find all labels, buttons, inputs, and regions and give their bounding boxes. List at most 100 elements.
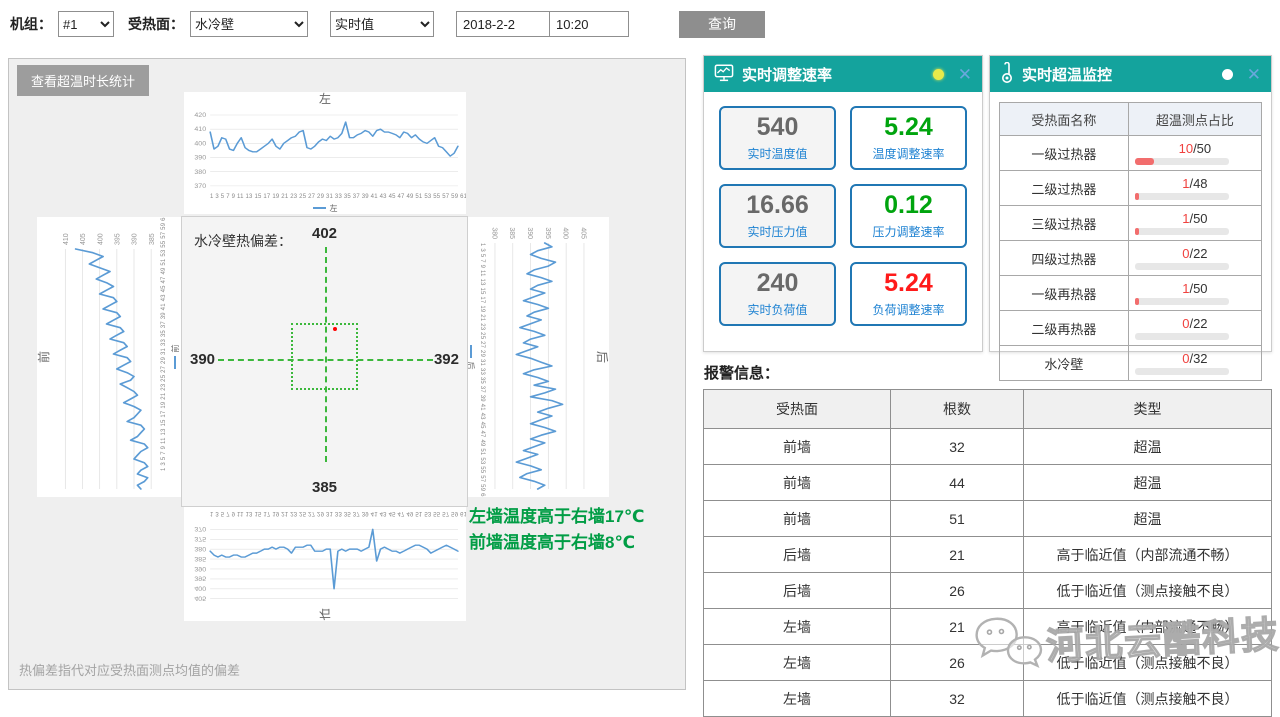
svg-text:410: 410	[194, 127, 206, 133]
overtemp-progress-bar	[1135, 333, 1229, 340]
total-count: /22	[1189, 316, 1207, 331]
unit-select[interactable]: #1	[58, 11, 114, 37]
surface-label: 受热面：	[128, 14, 184, 34]
total-count: /48	[1189, 176, 1207, 191]
query-button[interactable]: 查询	[679, 11, 765, 38]
alarm-type: 超温	[1024, 465, 1272, 501]
alarm-type: 超温	[1024, 429, 1272, 465]
alarm-row: 后墙26低于临近值（测点接触不良）	[704, 573, 1272, 609]
chart-x-labels: 1 3 5 7 9 11 13 15 17 19 21 23 25 27 29 …	[184, 508, 466, 517]
alarm-row: 左墙32低于临近值（测点接触不良）	[704, 681, 1272, 717]
rate-card-2: 16.66实时压力值	[719, 184, 836, 248]
overtemp-table: 受热面名称 超温测点占比 一级过热器10/50二级过热器1/48三级过热器1/5…	[999, 102, 1262, 381]
time-input[interactable]	[550, 12, 628, 36]
alarm-row: 前墙44超温	[704, 465, 1272, 501]
toolbar: 机组： #1 受热面： 水冷壁 实时值 查询	[10, 10, 765, 38]
rate-card-3: 0.12压力调整速率	[850, 184, 967, 248]
alarm-count: 21	[891, 609, 1024, 645]
realtime-overtemp-monitor-panel: 实时超温监控 ✕ 受热面名称 超温测点占比 一级过热器10/50二级过热器1/4…	[989, 55, 1272, 352]
column-header: 类型	[1024, 390, 1272, 429]
overtemp-ratio-cell: 1/50	[1128, 276, 1261, 311]
column-header: 受热面名称	[1000, 103, 1129, 136]
legend-line-swatch	[174, 357, 176, 370]
chart-left-wall: 左 370380390400410420 1 3 5 7 9 11 13 15 …	[184, 92, 466, 214]
overtemp-duration-stats-button[interactable]: 查看超温时长统计	[17, 65, 149, 96]
svg-text:380: 380	[194, 169, 206, 175]
temperature-comparison-note: 左墙温度高于右墙17℃ 前墙温度高于右墙8℃	[469, 504, 645, 557]
alarm-row: 左墙26低于临近值（测点接触不良）	[704, 645, 1272, 681]
thermometer-icon	[1000, 62, 1014, 87]
panel-header: 实时超温监控 ✕	[990, 56, 1271, 92]
rate-card-1: 5.24温度调整速率	[850, 106, 967, 170]
legend-line-swatch	[313, 207, 326, 209]
panel-title: 实时超温监控	[1022, 64, 1214, 85]
svg-text:375: 375	[194, 535, 206, 542]
thermal-deviation-panel: 查看超温时长统计 左 370380390400410420 1 3 5 7 9 …	[8, 58, 686, 690]
line-chart-svg: 370380390400410420	[184, 107, 466, 193]
total-count: /32	[1189, 351, 1207, 366]
alarm-surface: 左墙	[704, 645, 891, 681]
alarm-row: 左墙21高于临近值（内部流通不畅）	[704, 609, 1272, 645]
mode-select[interactable]: 实时值	[330, 11, 434, 37]
card-label: 实时压力值	[747, 223, 807, 240]
overtemp-ratio-cell: 0/22	[1128, 311, 1261, 346]
surface-name: 三级过热器	[1000, 206, 1129, 241]
overtemp-progress-bar	[1135, 263, 1229, 270]
svg-text:385: 385	[194, 555, 206, 562]
deviation-top-value: 402	[182, 225, 467, 242]
overtemp-row: 一级再热器1/50	[1000, 276, 1262, 311]
rate-card-5: 5.24 负荷调整速率	[850, 262, 967, 326]
alarm-count: 51	[891, 501, 1024, 537]
alarm-surface: 前墙	[704, 501, 891, 537]
svg-text:390: 390	[129, 233, 138, 245]
total-count: /22	[1189, 246, 1207, 261]
close-icon[interactable]: ✕	[958, 66, 972, 83]
overtemp-count: 10	[1179, 141, 1193, 156]
legend-line-swatch	[470, 345, 472, 358]
chart-right-wall: 右 370375380385390395400405 1 3 5 7 9 11 …	[184, 496, 466, 621]
alarm-surface: 后墙	[704, 573, 891, 609]
overtemp-ratio-cell: 1/48	[1128, 171, 1261, 206]
card-label: 实时温度值	[747, 145, 807, 162]
surface-name: 水冷壁	[1000, 346, 1129, 381]
card-label: 负荷调整速率	[872, 301, 944, 318]
svg-text:390: 390	[194, 565, 206, 572]
card-value: 5.24	[884, 270, 933, 298]
alarm-type: 高于临近值（内部流通不畅）	[1024, 609, 1272, 645]
svg-text:410: 410	[61, 233, 70, 245]
svg-text:405: 405	[78, 233, 87, 245]
card-label: 实时负荷值	[747, 301, 807, 318]
date-input[interactable]	[457, 12, 549, 36]
surface-name: 一级过热器	[1000, 136, 1129, 171]
alarm-row: 后墙21高于临近值（内部流通不畅）	[704, 537, 1272, 573]
chart-title: 右	[184, 606, 466, 621]
overtemp-row: 二级过热器1/48	[1000, 171, 1262, 206]
surface-name: 四级过热器	[1000, 241, 1129, 276]
svg-text:370: 370	[194, 525, 206, 532]
column-header: 受热面	[704, 390, 891, 429]
card-value: 540	[757, 114, 799, 142]
overtemp-row: 四级过热器0/22	[1000, 241, 1262, 276]
deviation-right-value: 392	[434, 351, 459, 368]
line-chart-svg: 370375380385390395400405	[184, 517, 466, 606]
alarm-section-title: 报警信息：	[704, 362, 779, 383]
chart-x-labels: 1 3 5 7 9 11 13 15 17 19 21 23 25 27 29 …	[477, 217, 486, 497]
rate-card-0: 540 实时温度值	[719, 106, 836, 170]
overtemp-progress-bar	[1135, 228, 1229, 235]
chart-title: 前	[37, 217, 52, 497]
alarm-count: 32	[891, 681, 1024, 717]
column-header: 根数	[891, 390, 1024, 429]
svg-text:400: 400	[194, 141, 206, 147]
close-icon[interactable]: ✕	[1247, 66, 1261, 83]
alarm-type: 低于临近值（测点接触不良）	[1024, 645, 1272, 681]
waterwall-deviation-diagram: 水冷壁热偏差： 402 390 392 385	[181, 216, 468, 507]
note-line-1: 左墙温度高于右墙17℃	[469, 504, 645, 530]
svg-text:405: 405	[579, 227, 588, 239]
surface-select[interactable]: 水冷壁	[190, 11, 308, 37]
alarm-row: 前墙32超温	[704, 429, 1272, 465]
svg-text:380: 380	[490, 227, 499, 239]
line-chart-svg: 385390395400405410	[52, 217, 160, 497]
alarm-surface: 后墙	[704, 537, 891, 573]
line-chart-svg: 380385390395400405	[486, 217, 594, 497]
alarm-type: 高于临近值（内部流通不畅）	[1024, 537, 1272, 573]
